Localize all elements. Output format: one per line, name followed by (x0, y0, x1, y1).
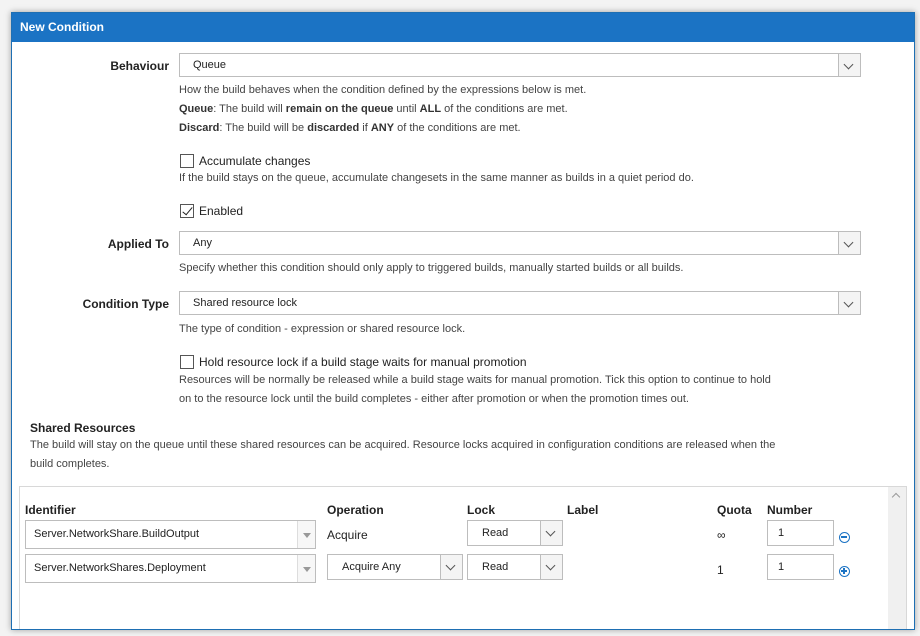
chevron-down-icon (545, 526, 556, 537)
number-value: 1 (778, 527, 785, 539)
minus-bar (841, 536, 847, 538)
discard-text: : The build will be (219, 122, 308, 134)
lock-value: Read (482, 561, 509, 573)
chevron-down-icon (843, 59, 854, 70)
number-input[interactable]: 1 (767, 520, 834, 546)
queue-term: Queue (179, 103, 214, 115)
hold-resource-lock-checkbox[interactable] (180, 355, 194, 369)
queue-text: : The build will (213, 103, 286, 115)
behaviour-discard-help: Discard: The build will be discarded if … (179, 119, 586, 138)
dialog-title: New Condition (12, 13, 914, 42)
discard-text: if (359, 122, 371, 134)
column-header-label: Label (567, 503, 599, 517)
scroll-up-icon[interactable] (891, 492, 901, 502)
column-header-lock: Lock (467, 503, 496, 517)
hold-resource-lock-label: Hold resource lock if a build stage wait… (199, 355, 527, 369)
applied-to-select[interactable]: Any (179, 231, 861, 255)
condition-type-label: Condition Type (82, 297, 169, 311)
condition-type-dropdown-button[interactable] (838, 292, 860, 314)
plus-bar (843, 568, 845, 574)
applied-to-dropdown-button[interactable] (838, 232, 860, 254)
hold-lock-help-line: Resources will be normally be released w… (179, 374, 771, 386)
chevron-down-icon (843, 237, 854, 248)
identifier-select[interactable]: Server.NetworkShare.BuildOutput (25, 520, 316, 549)
chevron-down-icon (445, 560, 456, 571)
remove-circle-icon[interactable] (839, 532, 850, 543)
column-header-operation: Operation (327, 503, 384, 517)
queue-bold-text: remain on the queue (285, 103, 394, 115)
behaviour-dropdown-button[interactable] (838, 54, 860, 76)
accumulate-changes-checkbox[interactable] (180, 154, 194, 168)
behaviour-help: How the build behaves when the condition… (179, 81, 586, 138)
applied-to-value: Any (193, 237, 212, 249)
behaviour-value: Queue (193, 59, 227, 71)
column-header-identifier: Identifier (25, 503, 76, 517)
identifier-value: Server.NetworkShares.Deployment (34, 562, 206, 574)
condition-type-select[interactable]: Shared resource lock (179, 291, 861, 315)
enabled-checkbox[interactable] (180, 204, 194, 218)
queue-text: of the conditions are met. (441, 103, 568, 115)
chevron-down-icon (843, 297, 854, 308)
grid-scrollbar[interactable] (888, 487, 906, 629)
applied-to-label: Applied To (107, 237, 169, 251)
operation-value: Acquire Any (342, 561, 401, 573)
shared-resources-grid: Identifier Operation Lock Label Quota Nu… (19, 486, 907, 629)
triangle-down-icon (303, 533, 311, 538)
lock-dropdown-button[interactable] (540, 521, 562, 545)
add-circle-icon[interactable] (839, 566, 850, 577)
column-header-quota: Quota (717, 503, 752, 517)
quota-value: 1 (717, 563, 724, 577)
condition-type-value: Shared resource lock (193, 297, 297, 309)
behaviour-select[interactable]: Queue (179, 53, 861, 77)
operation-dropdown-button[interactable] (440, 555, 462, 579)
queue-bold-text: ALL (419, 103, 442, 115)
lock-value: Read (482, 527, 509, 539)
behaviour-label: Behaviour (110, 59, 169, 73)
enabled-label: Enabled (199, 204, 244, 218)
operation-text: Acquire (327, 528, 368, 542)
new-condition-dialog: New Condition Behaviour Queue How the bu… (11, 12, 915, 630)
shared-resources-heading: Shared Resources (30, 421, 136, 435)
checkmark-icon (182, 204, 193, 216)
lock-dropdown-button[interactable] (540, 555, 562, 579)
shared-resources-help-line: The build will stay on the queue until t… (30, 439, 776, 451)
applied-to-help: Specify whether this condition should on… (179, 262, 684, 274)
shared-resources-help-line: build completes. (30, 458, 110, 470)
lock-select[interactable]: Read (467, 520, 563, 546)
discard-text: of the conditions are met. (394, 122, 521, 134)
behaviour-help-line: How the build behaves when the condition… (179, 84, 587, 96)
accumulate-changes-label: Accumulate changes (199, 154, 311, 168)
discard-bold-text: discarded (307, 122, 360, 134)
behaviour-queue-help: Queue: The build will remain on the queu… (179, 100, 586, 119)
shared-resources-help: The build will stay on the queue until t… (30, 436, 775, 474)
operation-select[interactable]: Acquire Any (327, 554, 463, 580)
accumulate-changes-help: If the build stays on the queue, accumul… (179, 172, 694, 184)
column-header-number: Number (767, 503, 813, 517)
quota-value: ∞ (717, 528, 726, 542)
identifier-dropdown-button[interactable] (297, 555, 315, 582)
lock-select[interactable]: Read (467, 554, 563, 580)
triangle-down-icon (303, 567, 311, 572)
discard-bold-text: ANY (370, 122, 395, 134)
discard-term: Discard (179, 122, 220, 134)
identifier-dropdown-button[interactable] (297, 521, 315, 548)
hold-resource-lock-help: Resources will be normally be released w… (179, 371, 771, 409)
identifier-select[interactable]: Server.NetworkShares.Deployment (25, 554, 316, 583)
number-input[interactable]: 1 (767, 554, 834, 580)
number-value: 1 (778, 561, 785, 573)
condition-type-help: The type of condition - expression or sh… (179, 323, 466, 335)
hold-lock-help-line: on to the resource lock until the build … (179, 393, 689, 405)
queue-text: until (393, 103, 420, 115)
identifier-value: Server.NetworkShare.BuildOutput (34, 528, 200, 540)
chevron-down-icon (545, 560, 556, 571)
